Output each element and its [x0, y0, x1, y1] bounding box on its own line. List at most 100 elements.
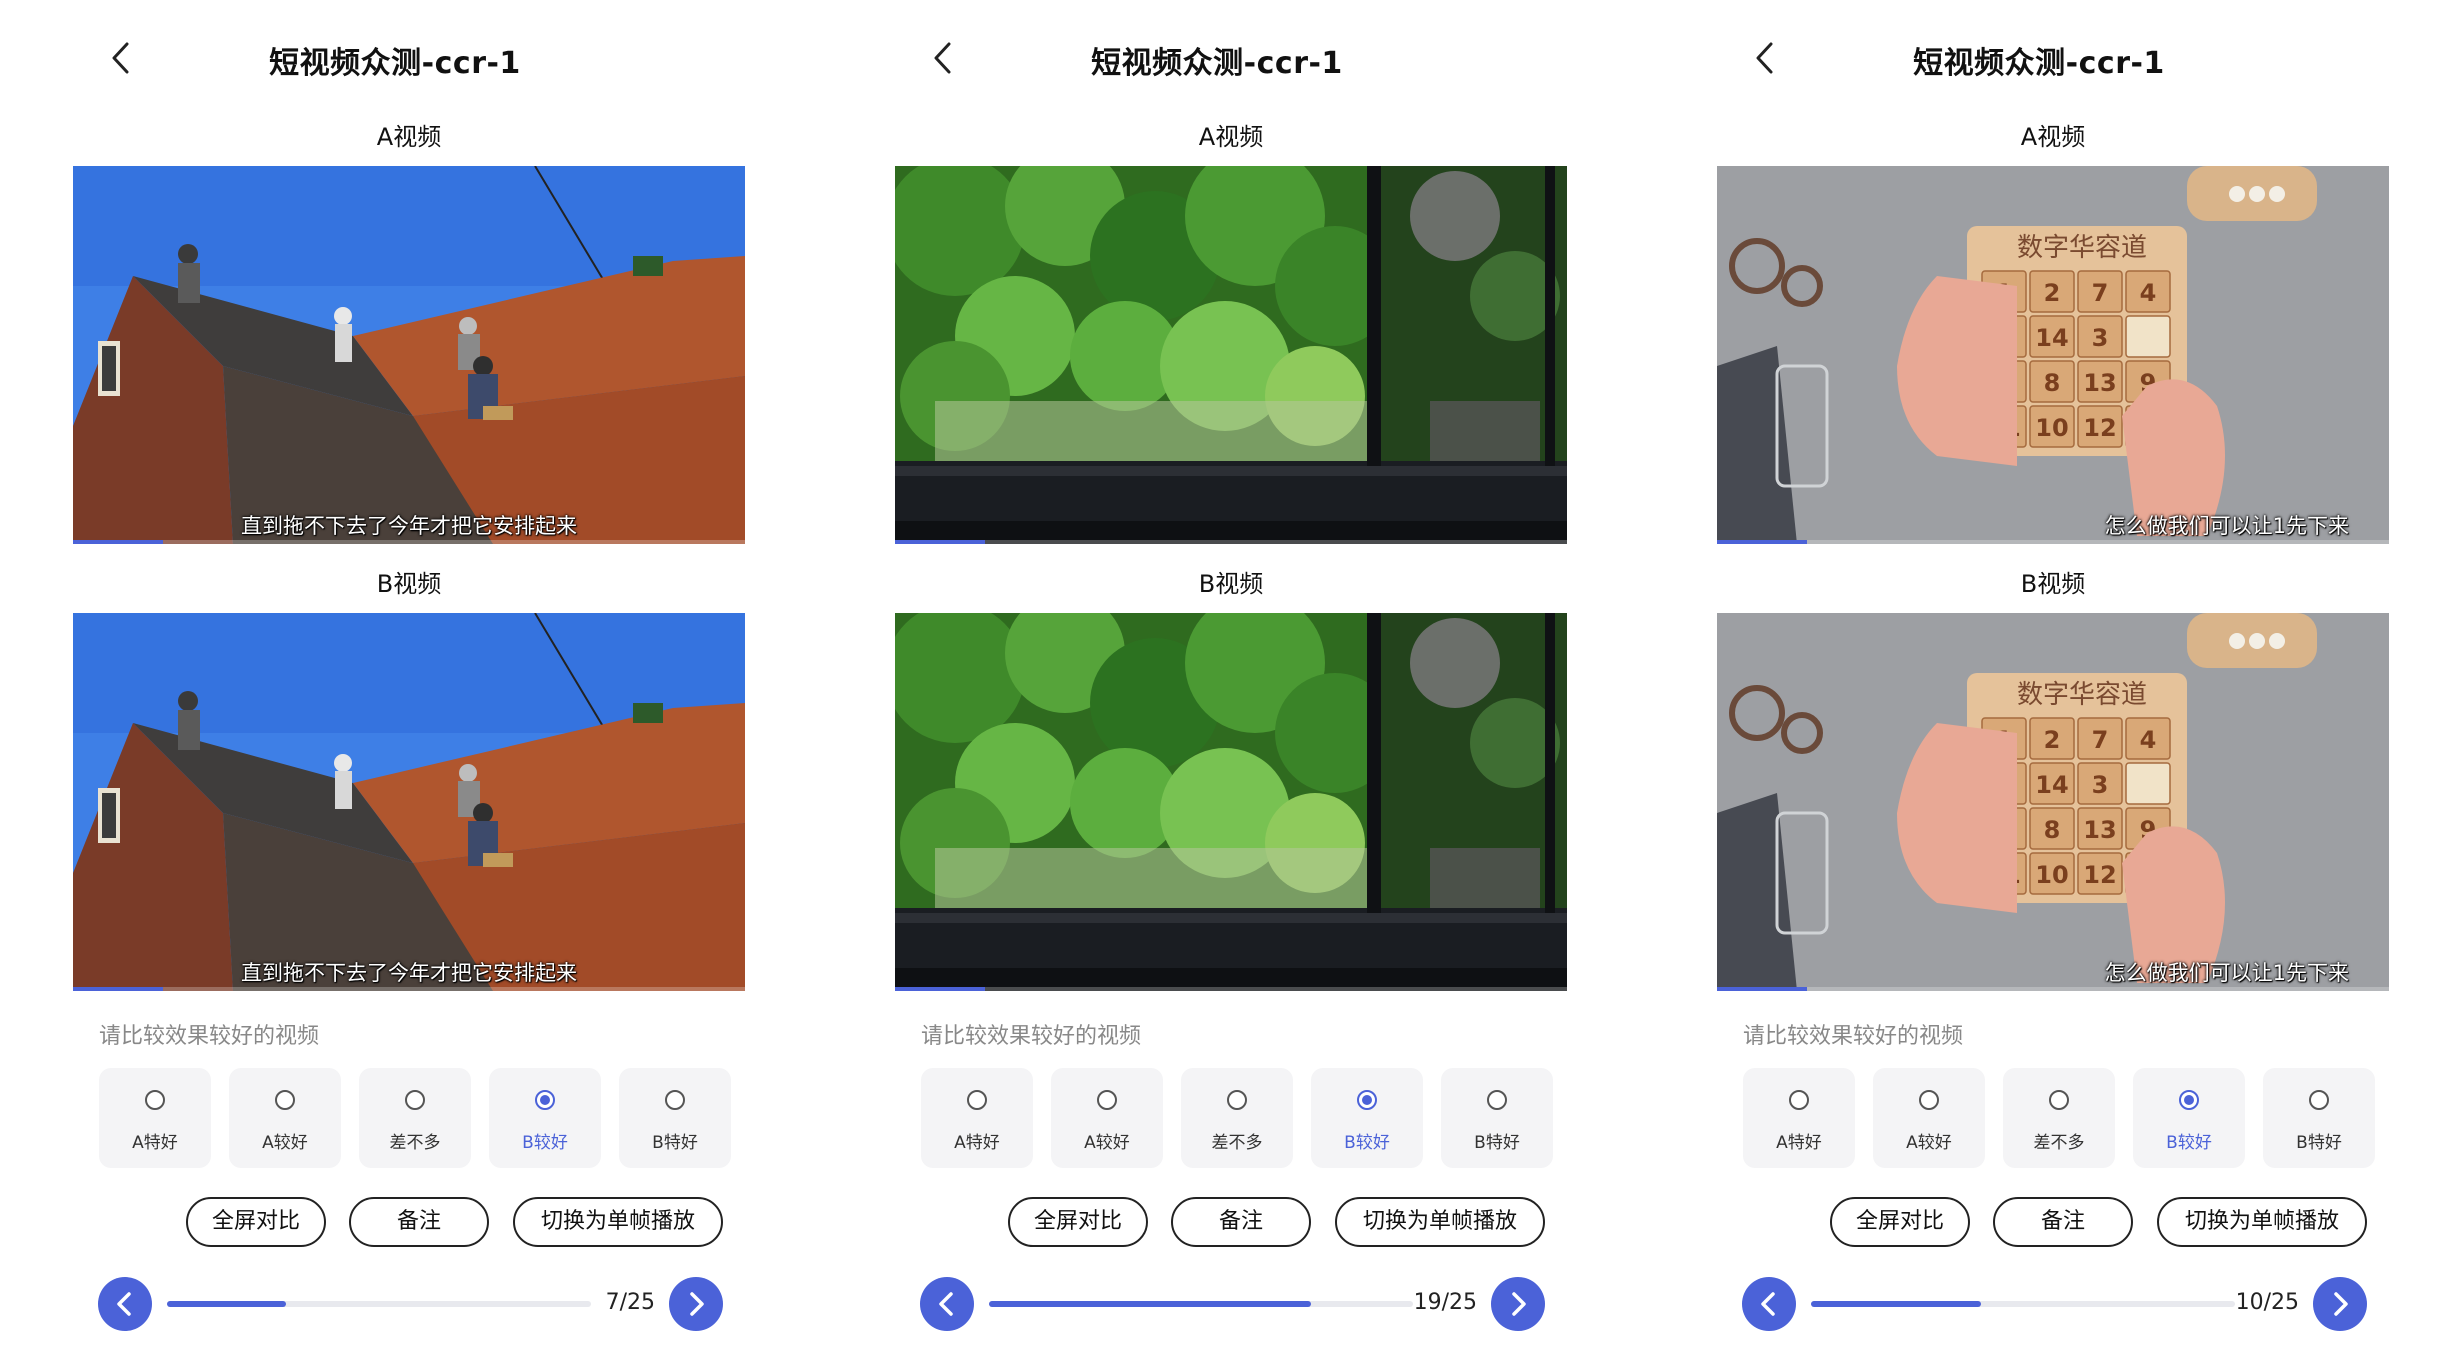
option-b-much-better[interactable]: B特好: [2263, 1068, 2375, 1168]
video-progress: [73, 540, 745, 544]
fullscreen-compare-button[interactable]: 全屏对比: [186, 1197, 326, 1247]
video-b-player[interactable]: [895, 613, 1567, 991]
option-similar[interactable]: 差不多: [2003, 1068, 2115, 1168]
option-label: A较好: [1906, 1133, 1952, 1153]
video-a-player[interactable]: [895, 166, 1567, 544]
rating-options: A特好 A较好 差不多 B较好 B特好: [99, 1068, 731, 1168]
option-label: B较好: [1344, 1133, 1390, 1153]
rating-options: A特好 A较好 差不多 B较好 B特好: [1743, 1068, 2375, 1168]
puzzle-title: 数字华容道: [2017, 233, 2147, 263]
video-b-label: B视频: [1198, 570, 1264, 598]
puzzle-tile-number: 13: [2083, 369, 2116, 397]
option-a-better[interactable]: A较好: [1051, 1068, 1163, 1168]
video-b-player[interactable]: 12746143581391110121 数字华容道 怎么做我们可以让1先下来: [1717, 613, 2389, 991]
next-button[interactable]: [669, 1277, 723, 1331]
prev-button[interactable]: [98, 1277, 152, 1331]
puzzle-tile-number: 8: [2044, 369, 2061, 397]
single-frame-button[interactable]: 切换为单帧播放: [513, 1197, 723, 1247]
puzzle-tile-number: 3: [2092, 324, 2109, 352]
chevron-right-icon: [690, 1292, 704, 1316]
option-a-better[interactable]: A较好: [1873, 1068, 1985, 1168]
video-b-player[interactable]: 直到拖不下去了今年才把它安排起来: [73, 613, 745, 991]
video-frame-roof: [73, 613, 745, 991]
task-progress-bar: [167, 1301, 591, 1307]
task-progress-fill: [167, 1301, 286, 1307]
single-frame-button[interactable]: 切换为单帧播放: [2157, 1197, 2367, 1247]
puzzle-tile-number: 12: [2083, 414, 2116, 442]
page-title: 短视频众测-ccr-1: [269, 46, 521, 81]
chevron-left-icon: [939, 1292, 953, 1316]
option-a-much-better[interactable]: A特好: [99, 1068, 211, 1168]
puzzle-tile-number: 13: [2083, 816, 2116, 844]
option-label: 差不多: [2033, 1133, 2085, 1153]
option-a-much-better[interactable]: A特好: [1743, 1068, 1855, 1168]
puzzle-tile-number: 2: [2044, 279, 2061, 307]
video-progress: [1717, 540, 2389, 544]
chevron-right-icon: [2334, 1292, 2348, 1316]
radio-icon: [275, 1090, 295, 1110]
video-subtitle: 直到拖不下去了今年才把它安排起来: [241, 514, 577, 538]
puzzle-tile-number: 2: [2044, 726, 2061, 754]
option-a-much-better[interactable]: A特好: [921, 1068, 1033, 1168]
next-button[interactable]: [2313, 1277, 2367, 1331]
video-b-label: B视频: [2020, 570, 2086, 598]
radio-icon: [2049, 1090, 2069, 1110]
puzzle-tile-number: 4: [2140, 279, 2157, 307]
prev-button[interactable]: [1742, 1277, 1796, 1331]
option-similar[interactable]: 差不多: [1181, 1068, 1293, 1168]
radio-selected-icon: [535, 1090, 555, 1110]
screen-3: 短视频众测-ccr-1 A视频 12746143581391110121 数字华…: [1644, 0, 2462, 1350]
radio-icon: [145, 1090, 165, 1110]
page-title: 短视频众测-ccr-1: [1091, 46, 1343, 81]
single-frame-button[interactable]: 切换为单帧播放: [1335, 1197, 1545, 1247]
screen-1: 短视频众测-ccr-1 A视频 直到拖不下去了今年才把它安排起来 B视频 直到拖…: [0, 0, 820, 1350]
puzzle-tile-number: 4: [2140, 726, 2157, 754]
chevron-left-icon: [117, 1292, 131, 1316]
note-button[interactable]: 备注: [1993, 1197, 2133, 1247]
video-frame-forest: [895, 613, 1567, 991]
next-button[interactable]: [1491, 1277, 1545, 1331]
video-frame-forest: [895, 166, 1567, 544]
prev-button[interactable]: [920, 1277, 974, 1331]
option-b-better[interactable]: B较好: [2133, 1068, 2245, 1168]
option-b-better[interactable]: B较好: [489, 1068, 601, 1168]
option-b-much-better[interactable]: B特好: [1441, 1068, 1553, 1168]
option-label: A特好: [132, 1133, 178, 1153]
option-a-better[interactable]: A较好: [229, 1068, 341, 1168]
task-progress-bar: [1811, 1301, 2235, 1307]
video-a-label: A视频: [2020, 123, 2086, 151]
option-similar[interactable]: 差不多: [359, 1068, 471, 1168]
video-a-label: A视频: [376, 123, 442, 151]
option-label: 差不多: [389, 1133, 441, 1153]
option-label: A较好: [262, 1133, 308, 1153]
radio-selected-icon: [1357, 1090, 1377, 1110]
screen-2: 短视频众测-ccr-1 A视频 B视频 请比较效果较好的视频 A特好 A较好 差…: [822, 0, 1642, 1350]
radio-icon: [665, 1090, 685, 1110]
puzzle-tile-number: 14: [2035, 324, 2068, 352]
video-frame-roof: [73, 166, 745, 544]
task-progress-fill: [989, 1301, 1312, 1307]
fullscreen-compare-button[interactable]: 全屏对比: [1008, 1197, 1148, 1247]
task-progress-fill: [1811, 1301, 1981, 1307]
option-b-better[interactable]: B较好: [1311, 1068, 1423, 1168]
puzzle-tile-number: 14: [2035, 771, 2068, 799]
radio-icon: [1227, 1090, 1247, 1110]
question-text: 请比较效果较好的视频: [99, 1024, 320, 1049]
option-b-much-better[interactable]: B特好: [619, 1068, 731, 1168]
progress-counter: 19/25: [1413, 1290, 1477, 1315]
radio-icon: [967, 1090, 987, 1110]
note-button[interactable]: 备注: [349, 1197, 489, 1247]
option-label: 差不多: [1211, 1133, 1263, 1153]
video-progress: [73, 987, 745, 991]
puzzle-tile: [2125, 315, 2171, 358]
progress-counter: 10/25: [2235, 1290, 2299, 1315]
video-a-player[interactable]: 直到拖不下去了今年才把它安排起来: [73, 166, 745, 544]
video-a-player[interactable]: 12746143581391110121 数字华容道 怎么做我们可以让1先下来: [1717, 166, 2389, 544]
puzzle-tile-number: 10: [2035, 414, 2068, 442]
video-progress: [895, 987, 1567, 991]
note-button[interactable]: 备注: [1171, 1197, 1311, 1247]
fullscreen-compare-button[interactable]: 全屏对比: [1830, 1197, 1970, 1247]
question-text: 请比较效果较好的视频: [921, 1024, 1142, 1049]
option-label: B特好: [652, 1133, 698, 1153]
puzzle-tile-number: 7: [2092, 279, 2109, 307]
